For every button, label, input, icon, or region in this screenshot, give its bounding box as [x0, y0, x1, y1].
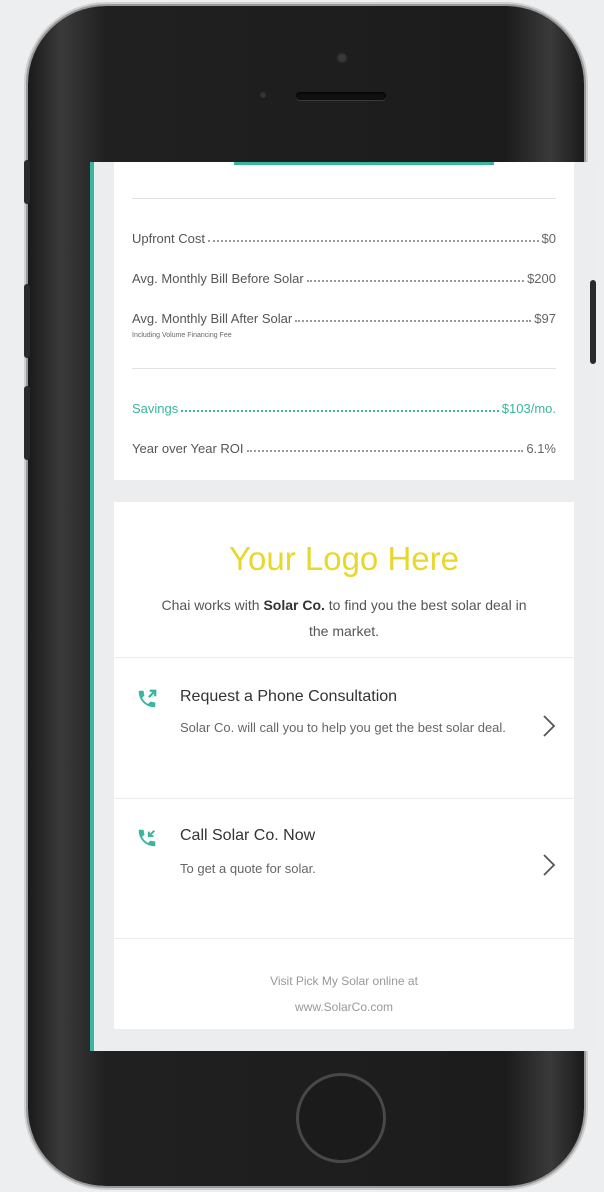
mute-switch	[24, 160, 30, 204]
request-consultation-button[interactable]: Request a Phone Consultation Solar Co. w…	[114, 658, 574, 798]
front-camera	[336, 52, 348, 64]
call-now-button[interactable]: Call Solar Co. Now To get a quote for so…	[114, 799, 574, 939]
partner-text-after: to find you the best solar deal in the m…	[308, 597, 527, 639]
divider	[132, 198, 556, 199]
divider	[114, 938, 574, 939]
phone-screen: Upfront Cost $0 Avg. Monthly Bill Before…	[90, 162, 595, 1051]
chevron-right-icon	[543, 854, 556, 876]
row-label: Avg. Monthly Bill After Solar	[132, 311, 293, 326]
dot-leader	[207, 240, 539, 242]
phone-callback-icon	[138, 689, 157, 708]
partner-text-before: Chai works with	[161, 597, 264, 613]
footer: Visit Pick My Solar online at www.SolarC…	[114, 968, 574, 1020]
row-value: $103/mo.	[501, 401, 556, 416]
bill-after-row: Avg. Monthly Bill After Solar $97	[132, 306, 556, 326]
power-button	[590, 280, 596, 364]
home-button[interactable]	[296, 1073, 386, 1163]
dot-leader	[181, 410, 499, 412]
savings-summary-card: Upfront Cost $0 Avg. Monthly Bill Before…	[114, 162, 574, 480]
heading-remnant	[234, 162, 494, 165]
dot-leader	[246, 450, 524, 452]
accent-edge	[90, 162, 94, 1051]
row-label: Upfront Cost	[132, 231, 205, 246]
phone-frame: Upfront Cost $0 Avg. Monthly Bill Before…	[28, 6, 595, 1186]
savings-row: Savings $103/mo.	[132, 396, 556, 416]
phone-outgoing-icon	[138, 829, 156, 847]
row-label: Avg. Monthly Bill Before Solar	[132, 271, 304, 286]
row-value: 6.1%	[526, 441, 556, 456]
volume-up-button	[24, 284, 30, 358]
bill-before-row: Avg. Monthly Bill Before Solar $200	[132, 266, 556, 286]
earpiece-speaker	[296, 92, 386, 100]
partner-company: Solar Co.	[263, 597, 325, 613]
chevron-right-icon	[543, 715, 556, 737]
partner-logo: Your Logo Here	[229, 540, 459, 577]
action-title: Call Solar Co. Now	[180, 827, 316, 844]
row-value: $200	[527, 271, 556, 286]
divider	[132, 368, 556, 369]
upfront-cost-row: Upfront Cost $0	[132, 226, 556, 246]
fee-note: Including Volume Financing Fee	[132, 332, 232, 339]
row-value: $0	[541, 231, 556, 246]
action-title: Request a Phone Consultation	[180, 688, 398, 705]
website-link[interactable]: www.SolarCo.com	[114, 994, 574, 1020]
dot-leader	[295, 320, 532, 322]
row-label: Savings	[132, 401, 179, 416]
dot-leader	[306, 280, 525, 282]
action-description: To get a quote for solar.	[180, 861, 316, 876]
proximity-sensor	[260, 92, 266, 98]
footer-text: Visit Pick My Solar online at	[270, 974, 418, 988]
roi-row: Year over Year ROI 6.1%	[132, 436, 556, 456]
row-label: Year over Year ROI	[132, 441, 244, 456]
installer-card: Your Logo Here Chai works with Solar Co.…	[114, 502, 574, 1029]
row-value: $97	[534, 311, 556, 326]
partner-description: Chai works with Solar Co. to find you th…	[154, 592, 534, 644]
volume-down-button	[24, 386, 30, 460]
action-description: Solar Co. will call you to help you get …	[180, 720, 506, 735]
